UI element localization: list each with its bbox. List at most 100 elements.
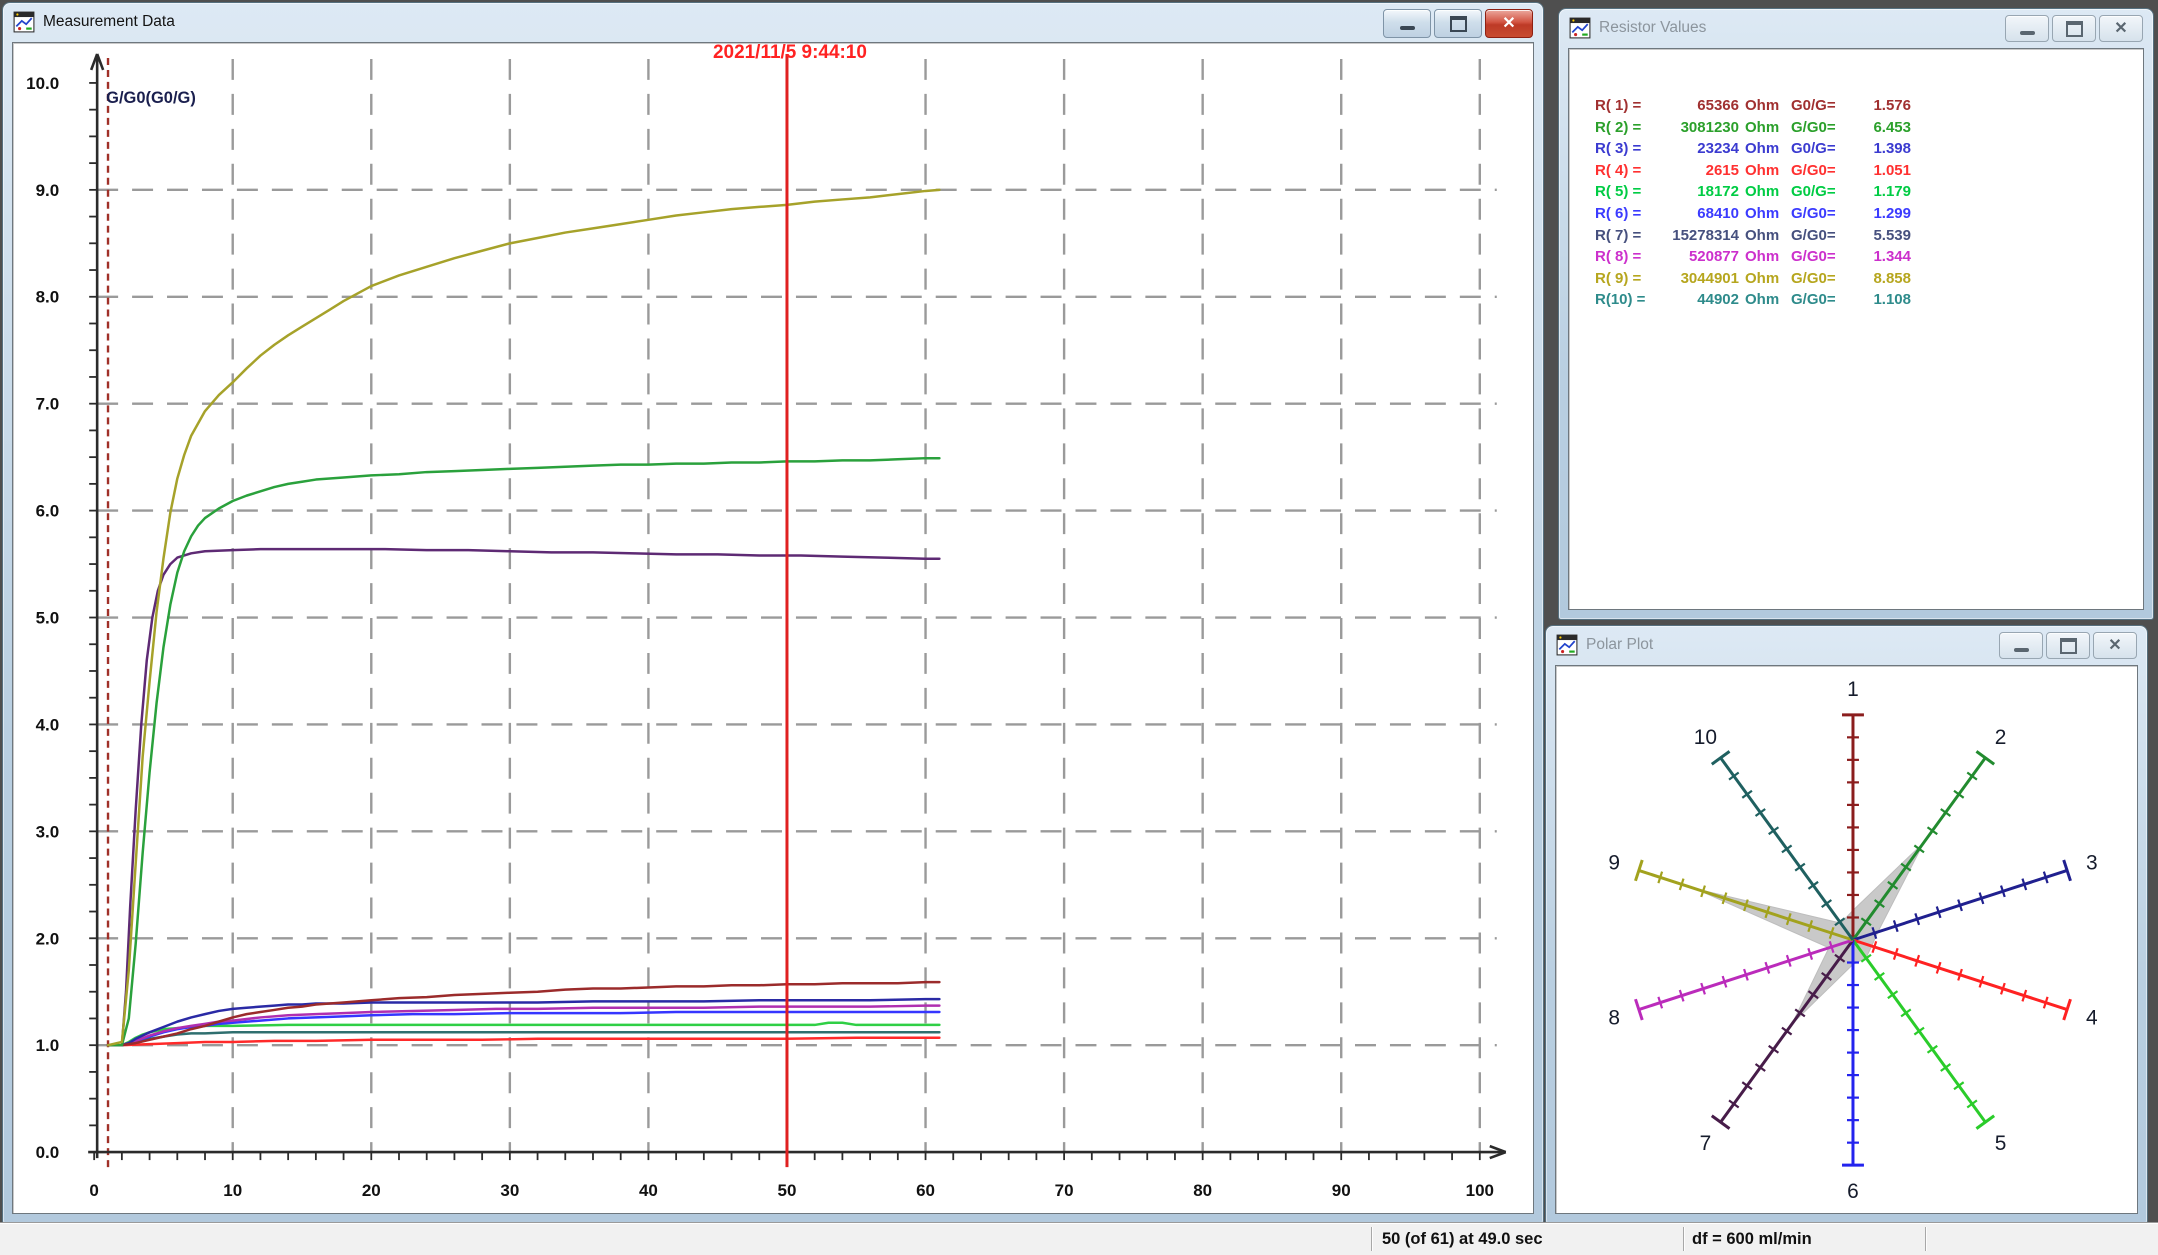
x-tick-label: 0 xyxy=(89,1181,98,1200)
polar-plot-area: 12345678910 xyxy=(1555,665,2138,1214)
titlebar-measurement[interactable]: Measurement Data ✕ xyxy=(3,3,1543,41)
axes xyxy=(88,54,1506,1160)
unit-label: Ohm xyxy=(1745,95,1783,117)
maximize-icon xyxy=(2060,638,2077,654)
x-tick-label: 70 xyxy=(1055,1181,1074,1200)
ratio-value: 1.398 xyxy=(1847,138,1911,160)
y-tick-label: 6.0 xyxy=(36,502,60,521)
resistor-row-7: R( 7) =15278314OhmG/G0=5.539 xyxy=(1595,225,2143,247)
polar-axis-9: 9 xyxy=(1608,851,1853,940)
resistor-values-area: R( 1) =65366OhmG0/G=1.576R( 2) =3081230O… xyxy=(1568,48,2144,610)
series-R2 xyxy=(108,458,939,1045)
ratio-label: G0/G= xyxy=(1791,138,1847,160)
minimize-button[interactable] xyxy=(1383,9,1431,38)
polar-axis-4: 4 xyxy=(1853,940,2098,1030)
x-tick-label: 30 xyxy=(500,1181,519,1200)
ratio-label: G0/G= xyxy=(1791,95,1847,117)
y-tick-label: 2.0 xyxy=(36,929,60,948)
resistor-ohm-value: 18172 xyxy=(1665,181,1739,203)
ratio-value: 5.539 xyxy=(1847,225,1911,247)
unit-label: Ohm xyxy=(1745,181,1783,203)
app-root: Measurement Data ✕ 0.01.02.03.04.05.06.0… xyxy=(0,0,2158,1254)
x-tick-label: 100 xyxy=(1466,1181,1494,1200)
resistor-ohm-value: 23234 xyxy=(1665,138,1739,160)
window-polar-plot: Polar Plot ✕ 12345678910 xyxy=(1545,625,2148,1224)
resistor-name: R( 5) = xyxy=(1595,181,1665,203)
resistor-row-10: R(10) =44902OhmG/G0=1.108 xyxy=(1595,289,2143,311)
resistor-list: R( 1) =65366OhmG0/G=1.576R( 2) =3081230O… xyxy=(1569,49,2143,609)
app-icon[interactable] xyxy=(1569,17,1591,39)
resistor-ohm-value: 3081230 xyxy=(1665,117,1739,139)
resistor-ohm-value: 3044901 xyxy=(1665,268,1739,290)
polar-axis-label-5: 5 xyxy=(1995,1132,2007,1155)
unit-label: Ohm xyxy=(1745,138,1783,160)
x-tick-label: 10 xyxy=(223,1181,242,1200)
maximize-button[interactable] xyxy=(1434,9,1482,38)
resistor-name: R( 7) = xyxy=(1595,225,1665,247)
status-bar: 50 (of 61) at 49.0 sec df = 600 ml/min xyxy=(0,1222,2158,1255)
x-tick-label: 50 xyxy=(778,1181,797,1200)
resistor-row-9: R( 9) =3044901OhmG/G0=8.858 xyxy=(1595,268,2143,290)
resistor-row-4: R( 4) =2615OhmG/G0=1.051 xyxy=(1595,160,2143,182)
status-flow: df = 600 ml/min xyxy=(1692,1223,1812,1255)
ratio-value: 1.108 xyxy=(1847,289,1911,311)
ratio-label: G/G0= xyxy=(1791,117,1847,139)
resistor-name: R(10) = xyxy=(1595,289,1665,311)
resistor-maximize-button[interactable] xyxy=(2052,15,2096,42)
resistor-ohm-value: 44902 xyxy=(1665,289,1739,311)
polar-chart: 12345678910 xyxy=(1556,666,2137,1213)
minimize-icon xyxy=(2014,648,2029,652)
unit-label: Ohm xyxy=(1745,203,1783,225)
resistor-ohm-value: 520877 xyxy=(1665,246,1739,268)
window-measurement-data: Measurement Data ✕ 0.01.02.03.04.05.06.0… xyxy=(2,2,1544,1224)
x-tick-label: 90 xyxy=(1332,1181,1351,1200)
titlebar-polar[interactable]: Polar Plot ✕ xyxy=(1546,626,2147,664)
resistor-row-8: R( 8) =520877OhmG/G0=1.344 xyxy=(1595,246,2143,268)
unit-label: Ohm xyxy=(1745,117,1783,139)
x-tick-label: 20 xyxy=(362,1181,381,1200)
ratio-label: G/G0= xyxy=(1791,203,1847,225)
resistor-name: R( 6) = xyxy=(1595,203,1665,225)
unit-label: Ohm xyxy=(1745,246,1783,268)
maximize-icon xyxy=(2066,21,2083,37)
ratio-label: G/G0= xyxy=(1791,289,1847,311)
resistor-row-5: R( 5) =18172OhmG0/G=1.179 xyxy=(1595,181,2143,203)
unit-label: Ohm xyxy=(1745,268,1783,290)
unit-label: Ohm xyxy=(1745,160,1783,182)
resistor-row-3: R( 3) =23234 Ohm G0/G=1.398 xyxy=(1595,138,2143,160)
status-divider xyxy=(1371,1227,1373,1251)
resistor-name: R( 1) = xyxy=(1595,95,1665,117)
polar-axis-label-4: 4 xyxy=(2086,1007,2098,1030)
app-icon[interactable] xyxy=(13,11,35,33)
ratio-value: 1.299 xyxy=(1847,203,1911,225)
titlebar-resistor[interactable]: Resistor Values ✕ xyxy=(1559,9,2153,47)
resistor-row-2: R( 2) =3081230OhmG/G0=6.453 xyxy=(1595,117,2143,139)
polar-axis-2: 2 xyxy=(1853,726,2006,940)
polar-minimize-button[interactable] xyxy=(1999,632,2043,659)
close-button[interactable]: ✕ xyxy=(1485,9,1533,38)
polar-close-button[interactable]: ✕ xyxy=(2093,632,2137,659)
resistor-name: R( 3) = xyxy=(1595,138,1665,160)
close-icon: ✕ xyxy=(1502,16,1515,32)
polar-axis-6: 6 xyxy=(1842,940,1864,1203)
close-icon: ✕ xyxy=(2108,638,2121,654)
ratio-label: G/G0= xyxy=(1791,160,1847,182)
y-tick-label: 10.0 xyxy=(26,74,59,93)
grid xyxy=(97,59,1497,1151)
measurement-chart-area: 0.01.02.03.04.05.06.07.08.09.010.0010203… xyxy=(12,42,1534,1214)
resistor-close-button[interactable]: ✕ xyxy=(2099,15,2143,42)
status-divider xyxy=(1683,1227,1685,1251)
x-tick-label: 80 xyxy=(1193,1181,1212,1200)
minimize-icon xyxy=(1400,26,1415,30)
x-tick-label: 40 xyxy=(639,1181,658,1200)
polar-maximize-button[interactable] xyxy=(2046,632,2090,659)
y-tick-label: 5.0 xyxy=(36,609,60,628)
unit-label: Ohm xyxy=(1745,225,1783,247)
resistor-minimize-button[interactable] xyxy=(2005,15,2049,42)
polar-axis-label-10: 10 xyxy=(1694,726,1717,749)
y-tick-label: 1.0 xyxy=(36,1036,60,1055)
app-icon[interactable] xyxy=(1556,634,1578,656)
resistor-name: R( 8) = xyxy=(1595,246,1665,268)
polar-axis-5: 5 xyxy=(1853,940,2006,1155)
polar-axis-1: 1 xyxy=(1842,678,1864,940)
